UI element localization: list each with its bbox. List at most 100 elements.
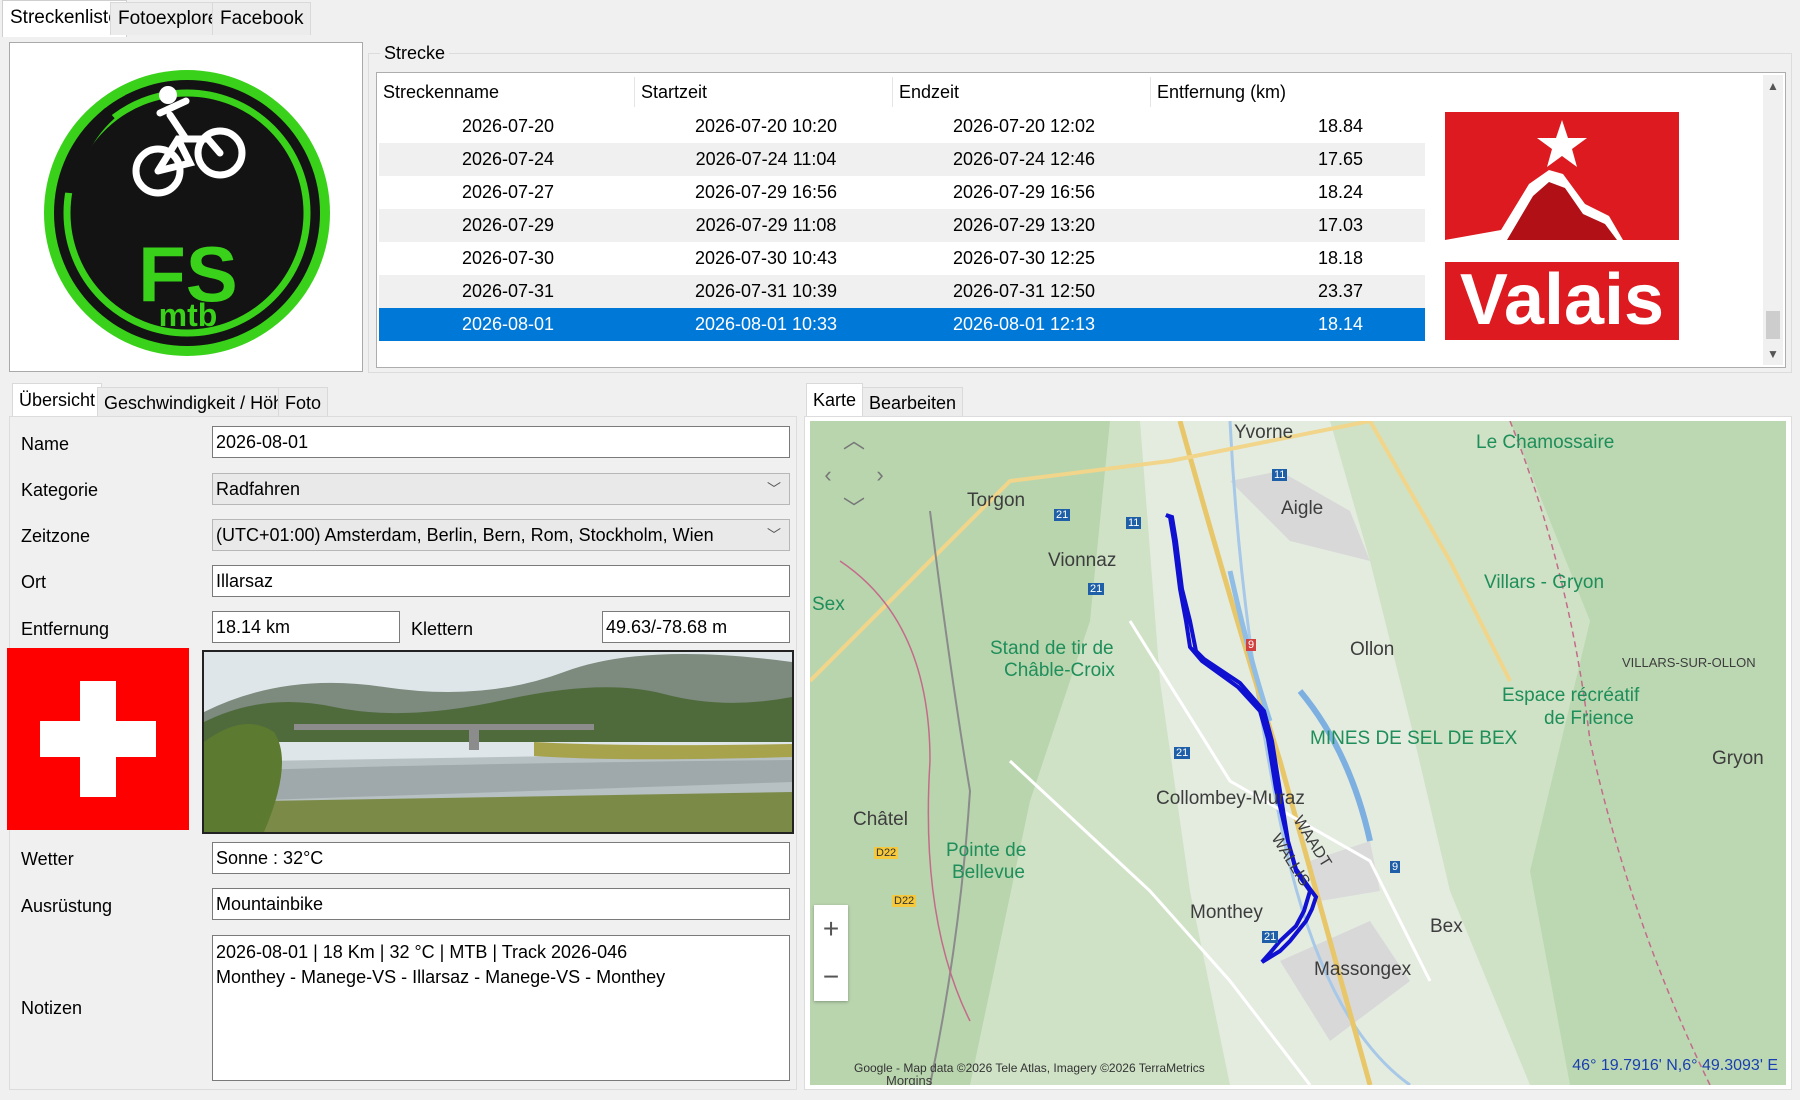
map-pan-control: ︿ ‹ › ﹀	[814, 427, 894, 527]
table-cell: 2026-08-01 10:33	[694, 314, 838, 334]
road-shield: D22	[874, 847, 899, 859]
scroll-thumb[interactable]	[1766, 311, 1780, 339]
tab-streckenliste[interactable]: Streckenliste	[2, 0, 127, 37]
column-header-startzeit[interactable]: Startzeit	[635, 77, 893, 107]
klettern-label: Klettern	[411, 619, 474, 639]
scroll-down-arrow-icon[interactable]: ▼	[1766, 347, 1780, 361]
table-cell: 2026-07-30 12:25	[952, 248, 1096, 268]
map-label-espace-recreatif: Espace récréatif	[1502, 685, 1640, 706]
map-label-pointe-de: Pointe de	[946, 840, 1027, 861]
map-label-torgon: Torgon	[967, 490, 1026, 511]
road-shield: 9	[1390, 861, 1401, 873]
column-header-entfernung[interactable]: Entfernung (km)	[1151, 77, 1351, 107]
list-scrollbar[interactable]: ▲ ▼	[1763, 75, 1783, 365]
table-cell: 2026-07-24	[461, 149, 555, 169]
map-label-villars-sur-ollon: VILLARS-SUR-OLLON	[1622, 655, 1756, 670]
column-header-endzeit[interactable]: Endzeit	[893, 77, 1151, 107]
ausruestung-field[interactable]: Mountainbike	[212, 888, 790, 920]
notizen-textarea[interactable]: 2026-08-01 | 18 Km | 32 °C | MTB | Track…	[212, 935, 790, 1081]
map-coordinates: 46° 19.7916' N,6° 49.3093' E	[1572, 1057, 1778, 1074]
entfernung-label: Entfernung	[21, 619, 110, 639]
table-row[interactable]: 2026-07-29 2026-07-29 11:08 2026-07-29 13:…	[379, 209, 1425, 242]
chevron-down-icon: ﹀	[767, 527, 781, 543]
star-icon	[1537, 120, 1587, 167]
table-cell: 18.14	[1317, 314, 1363, 334]
route-photo	[202, 650, 794, 834]
map-label-vionnaz: Vionnaz	[1048, 550, 1117, 571]
map-label-le-chamossaire: Le Chamossaire	[1476, 432, 1615, 453]
table-row[interactable]: 2026-07-27 2026-07-29 16:56 2026-07-29 16:…	[379, 176, 1425, 209]
svg-text:mtb: mtb	[159, 297, 218, 333]
kategorie-value: Radfahren	[216, 479, 301, 499]
pan-down-icon[interactable]: ﹀	[840, 495, 868, 523]
table-row[interactable]: 2026-07-24 2026-07-24 11:04 2026-07-24 12:…	[379, 143, 1425, 176]
map-label-sex: Sex	[812, 594, 845, 615]
map-label-ollon: Ollon	[1350, 639, 1395, 660]
table-cell: 18.24	[1317, 182, 1363, 202]
table-cell: 2026-07-20 12:02	[952, 116, 1096, 136]
table-cell: 2026-07-29 16:56	[952, 182, 1096, 202]
table-row[interactable]: 2026-07-31 2026-07-31 10:39 2026-07-31 12:…	[379, 275, 1425, 308]
pan-right-icon[interactable]: ›	[866, 461, 894, 489]
wetter-field[interactable]: Sonne : 32°C	[212, 842, 790, 874]
tab-facebook[interactable]: Facebook	[212, 2, 312, 35]
strecke-list[interactable]: Streckenname Startzeit Endzeit Entfernun…	[376, 72, 1786, 368]
tab-geschwindigkeit-hoehe[interactable]: Geschwindigkeit / Höhe	[97, 387, 301, 418]
ausruestung-label: Ausrüstung	[21, 896, 113, 916]
table-cell: 2026-07-31 10:39	[694, 281, 838, 301]
table-cell: 2026-07-30	[461, 248, 555, 268]
scroll-up-arrow-icon[interactable]: ▲	[1766, 79, 1780, 93]
table-cell: 17.65	[1317, 149, 1363, 169]
road-shield: 21	[1174, 747, 1191, 759]
map-label-mines-de-sel: MINES DE SEL DE BEX	[1310, 728, 1518, 749]
table-cell: 2026-07-29 16:56	[694, 182, 838, 202]
pan-left-icon[interactable]: ‹	[814, 461, 842, 489]
tab-bearbeiten[interactable]: Bearbeiten	[862, 387, 964, 418]
valais-logo-text: Valais	[1459, 260, 1665, 340]
kategorie-select[interactable]: Radfahren ﹀	[212, 473, 790, 505]
table-cell: 2026-07-20 10:20	[694, 116, 838, 136]
road-shield: 21	[1054, 509, 1071, 521]
zoom-in-button[interactable]: +	[814, 907, 848, 951]
entfernung-field[interactable]: 18.14 km	[212, 611, 400, 643]
tab-uebersicht[interactable]: Übersicht	[12, 383, 103, 418]
table-cell: 2026-07-29 11:08	[695, 215, 837, 235]
table-row[interactable]: 2026-07-30 2026-07-30 10:43 2026-07-30 12:…	[379, 242, 1425, 275]
map-label-chable-croix: Châble-Croix	[1004, 660, 1115, 681]
wetter-label: Wetter	[21, 849, 74, 869]
map-label-gryon: Gryon	[1712, 748, 1764, 769]
map-zoom-control: + −	[814, 905, 848, 1001]
table-cell: 23.37	[1317, 281, 1363, 301]
table-cell: 2026-07-24 11:04	[695, 149, 837, 169]
tab-karte[interactable]: Karte	[806, 383, 864, 418]
zeitzone-value: (UTC+01:00) Amsterdam, Berlin, Bern, Rom…	[216, 525, 714, 545]
table-row[interactable]: 2026-08-01 2026-08-01 10:33 2026-08-01 12:…	[379, 308, 1425, 341]
logo-panel: FS mtb	[9, 42, 363, 372]
zeitzone-select[interactable]: (UTC+01:00) Amsterdam, Berlin, Bern, Rom…	[212, 519, 790, 551]
road-shield: 11	[1272, 469, 1288, 481]
zoom-out-button[interactable]: −	[814, 955, 848, 999]
road-shield: D22	[892, 895, 917, 907]
pan-up-icon[interactable]: ︿	[840, 427, 868, 455]
map-view[interactable]: Yvorne Le Chamossaire Torgon Aigle Vionn…	[810, 421, 1786, 1085]
table-cell: 2026-07-29	[461, 215, 555, 235]
table-cell: 2026-07-31	[461, 281, 555, 301]
valais-logo: Valais	[1445, 112, 1679, 340]
klettern-field[interactable]: 49.63/-78.68 m	[602, 611, 790, 643]
road-shield: 21	[1088, 583, 1105, 595]
ort-field[interactable]: Illarsaz	[212, 565, 790, 597]
name-label: Name	[21, 434, 70, 454]
map-label-stand-de-tir: Stand de tir de	[990, 638, 1114, 659]
table-cell: 2026-07-31 12:50	[952, 281, 1096, 301]
zeitzone-label: Zeitzone	[21, 526, 91, 546]
map-background	[810, 421, 1786, 1085]
table-cell: 17.03	[1317, 215, 1363, 235]
tab-foto[interactable]: Foto	[278, 387, 329, 418]
map-attribution: Google - Map data ©2026 Tele Atlas, Imag…	[854, 1061, 1205, 1075]
table-cell: 2026-07-20	[461, 116, 555, 136]
column-header-streckenname[interactable]: Streckenname	[377, 77, 635, 107]
table-cell: 18.18	[1317, 248, 1363, 268]
table-cell: 2026-07-27	[461, 182, 555, 202]
name-field[interactable]: 2026-08-01	[212, 426, 790, 458]
table-row[interactable]: 2026-07-20 2026-07-20 10:20 2026-07-20 12:…	[379, 110, 1425, 143]
